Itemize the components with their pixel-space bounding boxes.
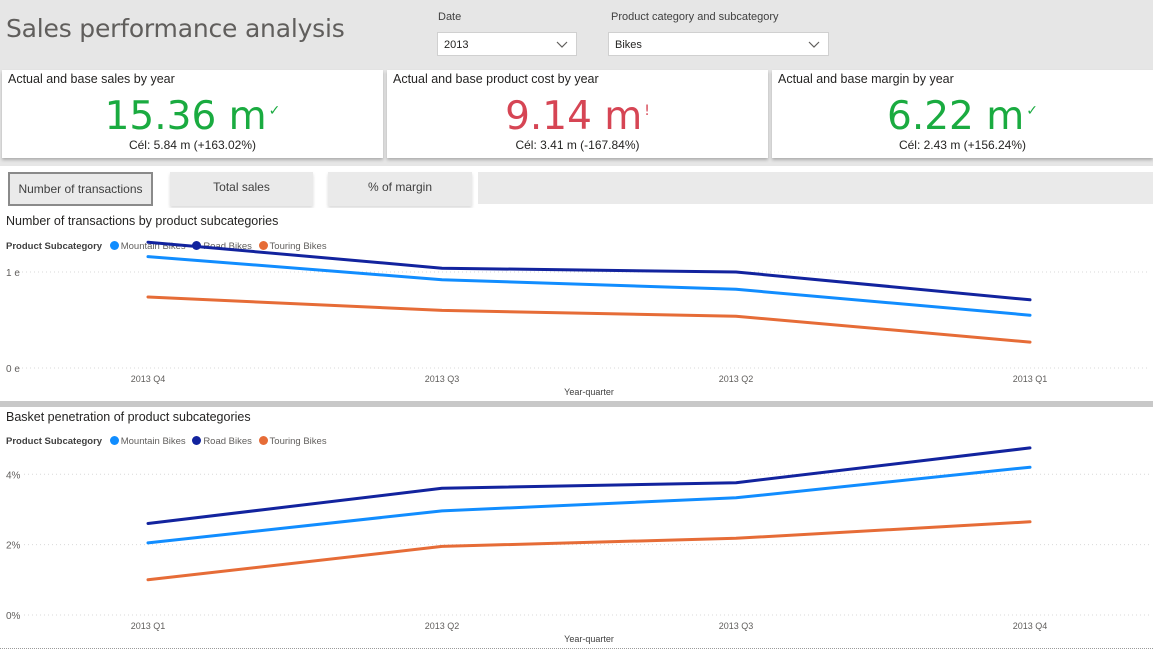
category-slicer-label: Product category and subcategory xyxy=(611,11,779,23)
x-tick-label: 2013 Q3 xyxy=(719,621,754,631)
x-tick-label: 2013 Q2 xyxy=(425,621,460,631)
kpi-goal: Cél: 3.41 m (-167.84%) xyxy=(515,138,640,152)
transactions-line-chart[interactable]: 0 e 1 e 2013 Q4 2013 Q3 2013 Q2 2013 Q1 Year-q… xyxy=(0,208,1153,401)
exclamation-icon: ! xyxy=(644,103,650,119)
checkmark-icon: ✓ xyxy=(1026,103,1038,119)
kpi-value-text: 6.22 m xyxy=(887,94,1025,139)
y-tick-label: 0 e xyxy=(6,364,20,375)
kpi-title: Actual and base sales by year xyxy=(8,72,175,86)
date-slicer-dropdown[interactable]: 2013 xyxy=(437,32,577,56)
x-tick-label: 2013 Q1 xyxy=(131,621,166,631)
category-slicer-value: Bikes xyxy=(615,39,642,51)
kpi-card-margin[interactable]: Actual and base margin by year 6.22 m ✓ C… xyxy=(772,70,1153,158)
kpi-value-text: 15.36 m xyxy=(104,94,267,139)
kpi-goal: Cél: 5.84 m (+163.02%) xyxy=(128,138,257,152)
kpi-goal: Cél: 2.43 m (+156.24%) xyxy=(898,138,1027,152)
series-line-touring-bikes xyxy=(146,520,1032,582)
report-header: Sales performance analysis Date 2013 Pro… xyxy=(0,0,1153,62)
kpi-title: Actual and base margin by year xyxy=(778,72,954,86)
basket-line-chart[interactable]: 0% 2% 4% 2013 Q1 2013 Q2 2013 Q3 2013 Q4 Year-q… xyxy=(0,407,1153,647)
kpi-title: Actual and base product cost by year xyxy=(393,72,599,86)
x-axis-title: Year-quarter xyxy=(564,634,614,644)
checkmark-icon: ✓ xyxy=(268,103,281,119)
basket-chart-panel: Basket penetration of product subcategor… xyxy=(0,407,1153,647)
tab-margin-percent[interactable]: % of margin xyxy=(328,172,472,206)
x-tick-label: 2013 Q4 xyxy=(1013,621,1048,631)
transactions-chart-panel: Number of transactions by product subcat… xyxy=(0,208,1153,401)
date-slicer-label: Date xyxy=(438,11,462,23)
date-slicer-value: 2013 xyxy=(444,39,469,51)
chevron-down-icon xyxy=(808,41,820,48)
series-line-mountain-bikes xyxy=(146,465,1032,545)
tab-total-sales[interactable]: Total sales xyxy=(170,172,313,206)
tab-number-of-transactions[interactable]: Number of transactions xyxy=(8,172,153,206)
series-line-road-bikes xyxy=(146,446,1032,525)
x-tick-label: 2013 Q3 xyxy=(425,374,460,384)
y-tick-label: 0% xyxy=(6,611,21,622)
chevron-down-icon xyxy=(556,41,568,48)
kpi-card-sales[interactable]: Actual and base sales by year 15.36 m ✓ C… xyxy=(2,70,383,158)
kpi-value: 15.36 m ✓ xyxy=(2,94,383,139)
y-tick-label: 1 e xyxy=(6,268,20,279)
series-line-road-bikes xyxy=(146,240,1032,302)
kpi-value: 6.22 m ✓ xyxy=(772,94,1153,139)
y-tick-label: 4% xyxy=(6,470,21,481)
tab-bar-filler xyxy=(478,172,1153,204)
x-axis-title: Year-quarter xyxy=(564,387,614,397)
x-tick-label: 2013 Q1 xyxy=(1013,374,1048,384)
kpi-value-text: 9.14 m xyxy=(505,94,643,139)
kpi-value: 9.14 m! xyxy=(387,94,768,139)
kpi-card-cost[interactable]: Actual and base product cost by year 9.1… xyxy=(387,70,768,158)
x-tick-label: 2013 Q4 xyxy=(131,374,166,384)
x-tick-label: 2013 Q2 xyxy=(719,374,754,384)
page-title: Sales performance analysis xyxy=(6,14,345,43)
y-tick-label: 2% xyxy=(6,541,21,552)
category-slicer-dropdown[interactable]: Bikes xyxy=(608,32,829,56)
